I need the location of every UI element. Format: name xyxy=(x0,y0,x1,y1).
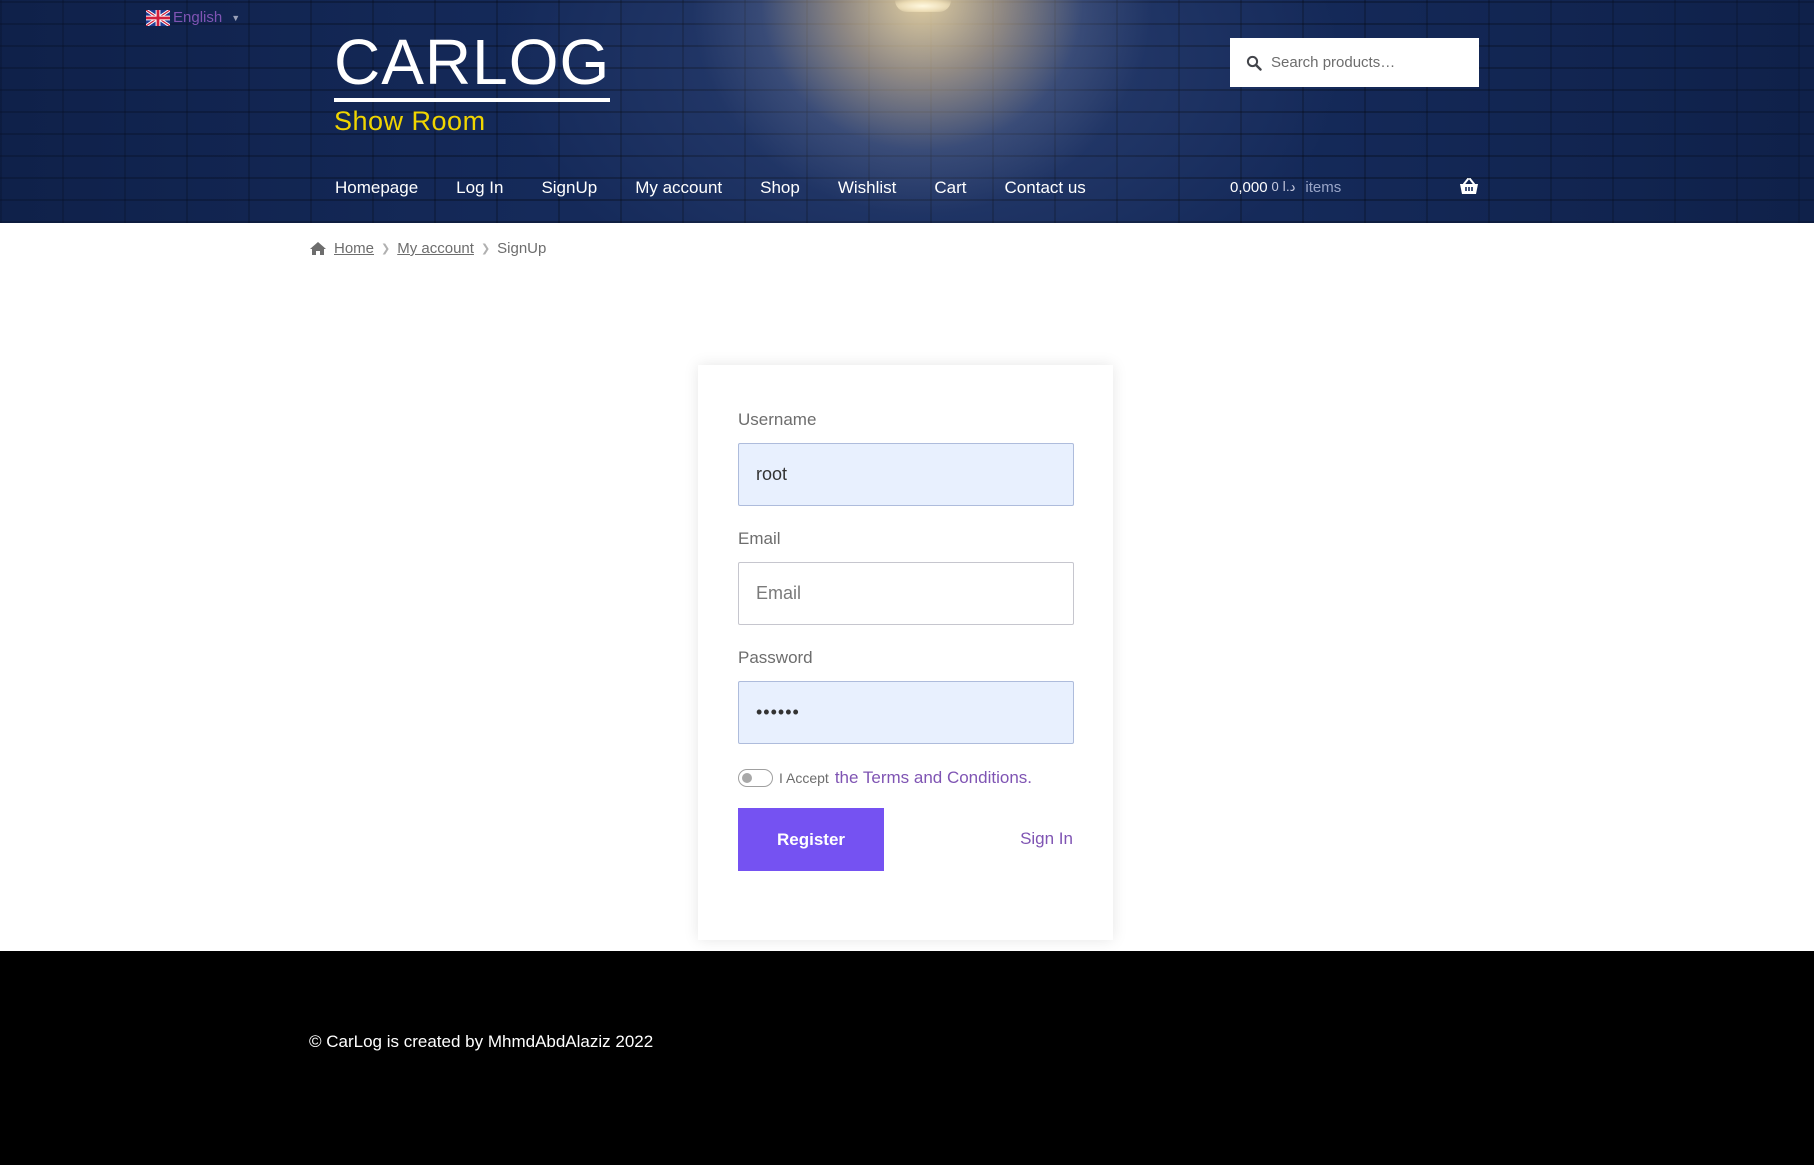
primary-navigation: Homepage Log In SignUp My account Shop W… xyxy=(335,178,1124,198)
chevron-right-icon: ❯ xyxy=(381,243,391,255)
nav-wishlist[interactable]: Wishlist xyxy=(838,178,897,198)
toggle-knob xyxy=(742,773,752,783)
cart-total: 0,000 xyxy=(1230,178,1268,196)
terms-toggle[interactable] xyxy=(738,769,773,787)
email-label: Email xyxy=(738,529,781,548)
nav-signup[interactable]: SignUp xyxy=(541,178,597,198)
signup-card: Username Email Password I Accept the Ter… xyxy=(698,365,1113,940)
nav-homepage[interactable]: Homepage xyxy=(335,178,418,198)
nav-my-account[interactable]: My account xyxy=(635,178,722,198)
chevron-right-icon: ❯ xyxy=(480,243,491,255)
site-title-link[interactable]: CARLOG xyxy=(334,26,611,102)
site-footer: © CarLog is created by MhmdAbdAlaziz 202… xyxy=(0,951,1814,1165)
search-icon xyxy=(1246,55,1262,71)
register-button[interactable]: Register xyxy=(738,808,884,871)
username-label: Username xyxy=(738,410,817,429)
password-label: Password xyxy=(738,648,813,667)
nav-contact-us[interactable]: Contact us xyxy=(1005,178,1086,198)
site-header: English ▼ CARLOG Show Room Homepage Log … xyxy=(0,0,1814,223)
currency-symbol: د.ا xyxy=(1282,179,1296,194)
cart-count-inline: 0 xyxy=(1271,179,1279,194)
search-input[interactable] xyxy=(1271,54,1471,71)
nav-log-in[interactable]: Log In xyxy=(456,178,503,198)
header-lamp-light xyxy=(895,0,951,12)
language-switcher[interactable]: English ▼ xyxy=(146,9,240,26)
cart-currency: 0 د.ا xyxy=(1272,179,1296,195)
header-cart[interactable]: 0,000 0 د.ا items xyxy=(1230,178,1479,196)
footer-credit: © CarLog is created by MhmdAbdAlaziz 202… xyxy=(309,1032,654,1051)
language-label: English xyxy=(173,9,223,26)
email-input[interactable] xyxy=(738,562,1074,625)
password-input[interactable] xyxy=(738,681,1074,744)
breadcrumb: Home ❯ My account ❯ SignUp xyxy=(309,240,546,257)
terms-row: I Accept the Terms and Conditions. xyxy=(738,768,1032,788)
terms-prefix: I Accept xyxy=(779,770,829,786)
breadcrumb-current: SignUp xyxy=(497,240,547,257)
nav-shop[interactable]: Shop xyxy=(760,178,800,198)
cart-items-label: items xyxy=(1305,178,1342,196)
site-tagline: Show Room xyxy=(334,106,486,136)
product-search xyxy=(1230,38,1479,87)
caret-down-icon: ▼ xyxy=(231,12,241,23)
basket-icon xyxy=(1460,178,1478,194)
username-input[interactable] xyxy=(738,443,1074,506)
breadcrumb-my-account[interactable]: My account xyxy=(397,240,474,257)
uk-flag-icon xyxy=(146,9,170,26)
breadcrumb-home[interactable]: Home xyxy=(334,240,374,257)
site-branding: CARLOG Show Room xyxy=(334,26,611,136)
terms-link[interactable]: the Terms and Conditions. xyxy=(835,768,1032,788)
nav-cart[interactable]: Cart xyxy=(934,178,966,198)
sign-in-link[interactable]: Sign In xyxy=(1020,829,1073,849)
home-icon xyxy=(310,242,326,255)
